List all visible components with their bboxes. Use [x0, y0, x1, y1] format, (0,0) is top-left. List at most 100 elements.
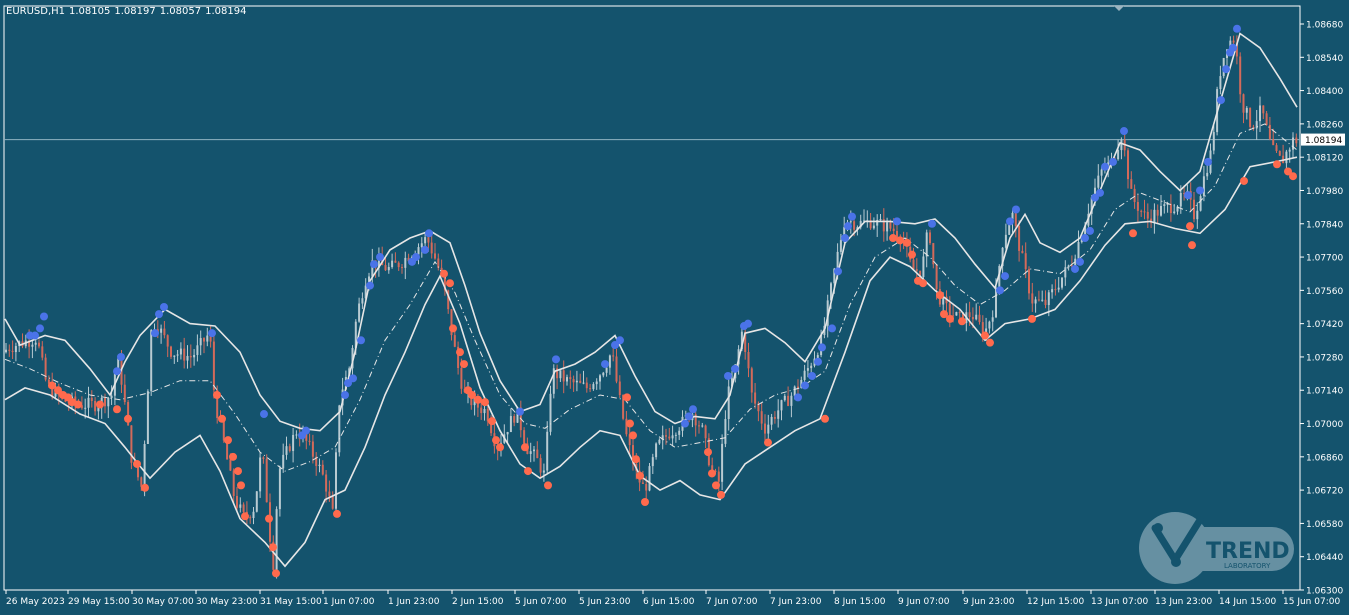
x-tick-label: 13 Jun 23:00: [1155, 597, 1212, 607]
candle-body: [11, 350, 14, 353]
sell-signal-dot: [213, 390, 221, 399]
candle-body: [836, 251, 839, 269]
candle-body: [186, 355, 189, 361]
candle-body: [886, 222, 889, 232]
buy-signal-dot: [1229, 43, 1237, 52]
candle-body: [595, 381, 598, 385]
candle-body: [259, 457, 262, 492]
buy-signal-dot: [208, 329, 216, 338]
candle-body: [176, 354, 179, 356]
candle-body: [1051, 289, 1054, 293]
buy-signal-dot: [841, 234, 849, 243]
candle-body: [1202, 176, 1205, 197]
x-tick-label: 5 Jun 07:00: [515, 597, 567, 607]
candle-body: [31, 344, 34, 347]
buy-signal-dot: [731, 364, 739, 373]
price-chart[interactable]: 1.08680 1.08540 1.08400 1.08260 1.08120 1.079…: [0, 0, 1349, 615]
sell-signal-dot: [124, 414, 132, 423]
candle-body: [546, 431, 549, 471]
buy-signal-dot: [1217, 96, 1225, 105]
buy-signal-dot: [1096, 188, 1104, 197]
x-tick-label: 29 May 15:00: [68, 597, 130, 607]
candle-body: [1130, 179, 1133, 189]
candle-body: [889, 222, 892, 229]
candle-body: [509, 416, 512, 433]
candle-body: [1077, 242, 1080, 259]
candle-body: [810, 365, 813, 369]
candle-body: [1278, 150, 1281, 156]
sell-signal-dot: [946, 314, 954, 323]
candle-body: [262, 457, 265, 459]
sell-signal-dot: [1273, 160, 1281, 169]
sell-signal-dot: [456, 348, 464, 357]
candle-body: [618, 381, 621, 396]
candle-body: [542, 470, 545, 473]
candle-body: [1199, 196, 1202, 211]
candle-body: [892, 228, 895, 232]
buy-signal-dot: [552, 355, 560, 364]
candle-body: [562, 370, 565, 382]
x-tick-label: 1 Jun 07:00: [323, 597, 375, 607]
logo-node: [1171, 557, 1181, 567]
candle-body: [853, 221, 856, 230]
sell-signal-dot: [446, 279, 454, 288]
buy-signal-dot: [681, 419, 689, 428]
sell-signal-dot: [626, 419, 634, 428]
candle-body: [655, 443, 658, 458]
sell-signal-dot: [708, 469, 716, 478]
sell-signal-dot: [488, 417, 496, 426]
candle-body: [424, 237, 427, 244]
buy-signal-dot: [744, 319, 752, 328]
buy-signal-dot: [260, 410, 268, 419]
y-tick-label: 1.07840: [1306, 220, 1343, 230]
candle-body: [915, 269, 918, 271]
candle-body: [430, 242, 433, 254]
buy-signal-dot: [1012, 205, 1020, 214]
candle-body: [1255, 121, 1258, 129]
candle-body: [523, 430, 526, 444]
candle-body: [1064, 267, 1067, 278]
candle-body: [1054, 289, 1057, 291]
candle-body: [397, 262, 400, 268]
candle-body: [879, 219, 882, 221]
candle-body: [189, 355, 192, 358]
candle-body: [1272, 138, 1275, 146]
y-tick-label: 1.07700: [1306, 254, 1343, 264]
sell-signal-dot: [712, 481, 720, 490]
candle-body: [612, 355, 615, 357]
sell-signal-dot: [986, 338, 994, 347]
candle-body: [575, 380, 578, 383]
buy-signal-dot: [1006, 217, 1014, 226]
sell-signal-dot: [1028, 314, 1036, 323]
candle-body: [434, 253, 436, 259]
sell-signal-dot: [113, 405, 121, 414]
buy-signal-dot: [1233, 24, 1241, 33]
buy-signal-dot: [685, 412, 693, 421]
candle-body: [790, 395, 793, 406]
sell-signal-dot: [896, 236, 904, 245]
sell-signal-dot: [496, 443, 504, 452]
candle-body: [955, 312, 958, 316]
candle-body: [275, 509, 278, 570]
middle-band-line: [4, 123, 1298, 472]
candle-body: [767, 424, 770, 434]
candle-body: [925, 232, 928, 257]
candle-body: [721, 443, 724, 482]
x-tick-label: 26 May 2023: [6, 597, 65, 607]
buy-signal-dot: [794, 393, 802, 402]
buy-signal-dot: [1204, 157, 1212, 166]
buy-signal-dot: [996, 286, 1004, 295]
candle-body: [760, 411, 763, 424]
candle-body: [1061, 277, 1063, 288]
candle-body: [417, 247, 420, 255]
sell-signal-dot: [460, 360, 468, 369]
candle-body: [1206, 172, 1209, 177]
candle-body: [1173, 211, 1176, 214]
candle-body: [536, 449, 539, 459]
candle-body: [988, 321, 991, 329]
trend-laboratory-logo-icon: TRENDLABORATORY: [1139, 512, 1294, 584]
candle-body: [107, 397, 110, 407]
buy-signal-dot: [818, 343, 826, 352]
x-tick-label: 9 Jun 23:00: [963, 597, 1015, 607]
sell-signal-dot: [524, 467, 532, 476]
